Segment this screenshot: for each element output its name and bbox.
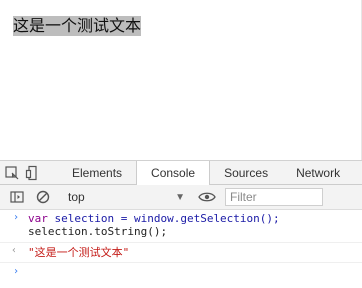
result-prompt-icon: ‹ [11,245,18,256]
filter-input[interactable] [230,190,322,204]
input-prompt-icon: › [13,212,20,223]
tab-network[interactable]: Network [282,161,354,185]
console-sidebar-icon[interactable] [8,188,26,206]
dropdown-arrow-icon: ▼ [175,191,185,203]
selected-test-text[interactable]: 这是一个测试文本 [13,16,142,36]
clear-console-icon[interactable] [34,188,52,206]
tab-sources[interactable]: Sources [210,161,282,185]
context-select[interactable]: top ▼ [62,187,191,207]
page-content: 这是一个测试文本 [0,0,362,160]
code-line-2: selection.toString(); [28,225,168,238]
tab-elements[interactable]: Elements [58,161,136,185]
console-prompt-icon: › [13,266,20,277]
code-line-1: var selection = window.getSelection(); [28,212,362,225]
live-expression-icon[interactable] [195,187,219,207]
console-input-entry: › var selection = window.getSelection();… [0,210,362,243]
tab-performance-truncated[interactable]: P [354,161,362,185]
code-line-1-rest: selection = window.getSelection(); [47,212,280,225]
console-toolbar: top ▼ [0,185,362,210]
result-string[interactable]: "这是一个测试文本" [28,243,362,262]
context-select-value: top [68,190,85,204]
tab-console[interactable]: Console [136,160,211,186]
filter-input-wrapper [225,188,323,206]
console-result-entry: ‹ "这是一个测试文本" [0,243,362,263]
inspect-element-icon[interactable] [4,164,20,182]
devtools-tabbar: Elements Console Sources Network P [0,160,362,186]
console-output: › var selection = window.getSelection();… [0,210,362,288]
device-toolbar-icon[interactable] [24,164,40,182]
devtools-panel: Elements Console Sources Network P top ▼ [0,160,362,288]
console-input-line[interactable]: › [0,263,362,281]
keyword-var: var [28,212,48,225]
